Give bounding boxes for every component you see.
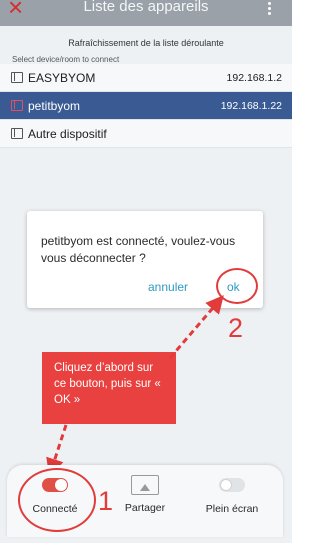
device-list-screen: × Liste des appareils Rafraîchissement d…: [0, 0, 292, 543]
connected-highlight-ring: [18, 468, 96, 532]
step-1-label: 1: [98, 486, 114, 516]
fullscreen-toggle[interactable]: [219, 478, 245, 492]
cast-icon: [131, 475, 159, 495]
arrow-to-connected: [46, 424, 68, 477]
arrow-to-ok: [168, 295, 224, 359]
fullscreen-tool[interactable]: Plein écran: [197, 478, 267, 515]
share-tool[interactable]: Partager: [115, 475, 175, 514]
annotation-arrows: [46, 295, 224, 477]
fullscreen-label: Plein écran: [205, 503, 259, 515]
share-label: Partager: [124, 502, 166, 514]
